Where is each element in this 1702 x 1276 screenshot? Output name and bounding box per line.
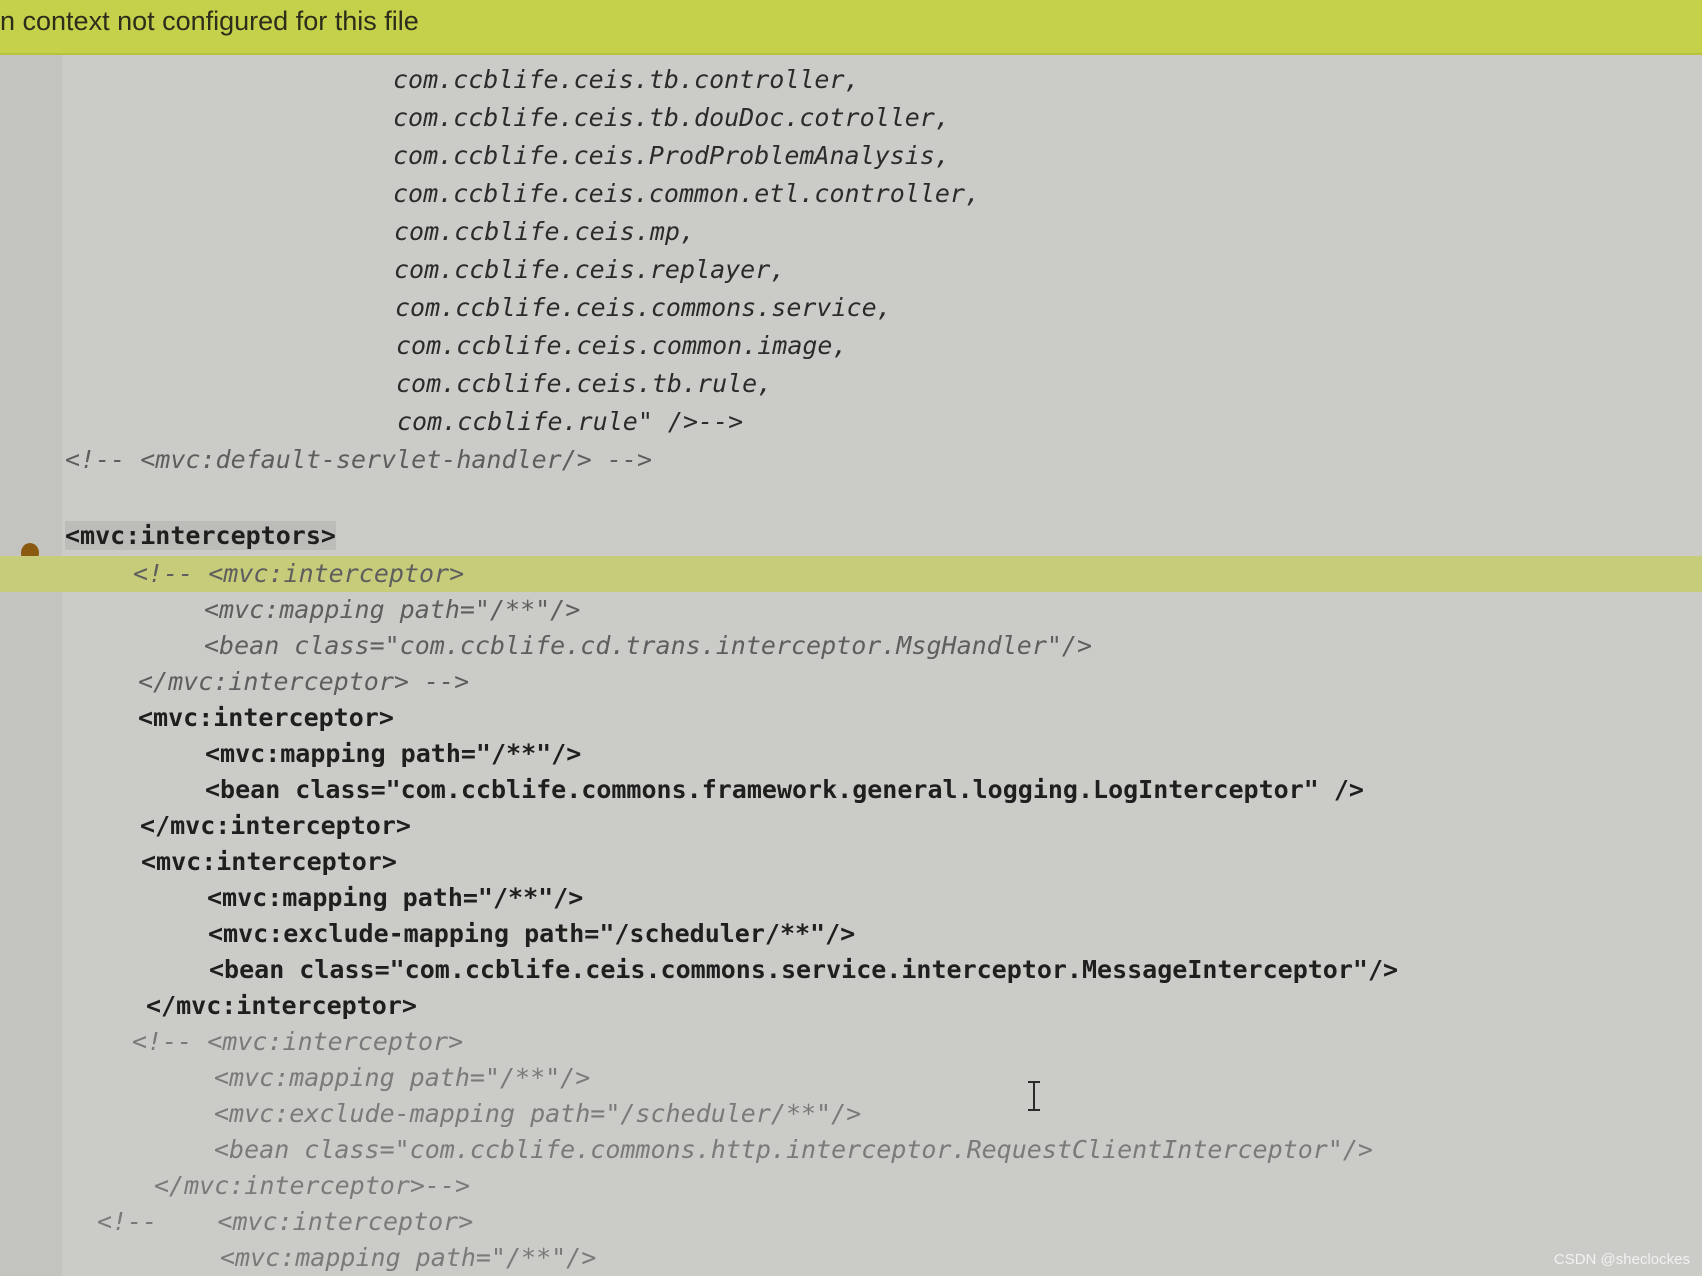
- code-line: com.ccblife.ceis.common.etl.controller,: [393, 179, 980, 208]
- code-line: <mvc:mapping path="/**"/>: [205, 739, 582, 768]
- code-line: com.ccblife.ceis.tb.rule,: [396, 369, 773, 398]
- code-line: <mvc:exclude-mapping path="/scheduler/**…: [208, 919, 856, 948]
- code-line: com.ccblife.ceis.tb.douDoc.cotroller,: [393, 103, 950, 132]
- code-editor[interactable]: com.ccblife.ceis.tb.controller, com.ccbl…: [0, 55, 1702, 1276]
- editor-gutter[interactable]: [0, 55, 62, 1276]
- code-line: com.ccblife.rule" />-->: [397, 407, 744, 436]
- code-line: com.ccblife.ceis.commons.service,: [395, 293, 892, 322]
- code-line: </mvc:interceptor>-->: [154, 1171, 471, 1200]
- banner-text: n context not configured for this file: [0, 6, 419, 36]
- code-line: com.ccblife.ceis.common.image,: [396, 331, 848, 360]
- code-line: <bean class="com.ccblife.commons.framewo…: [205, 775, 1364, 804]
- code-line: <bean class="com.ccblife.commons.http.in…: [214, 1135, 1373, 1164]
- code-line: <bean class="com.ccblife.cd.trans.interc…: [204, 631, 1093, 660]
- code-line: com.ccblife.ceis.tb.controller,: [393, 65, 860, 94]
- code-line-highlighted: <!-- <mvc:interceptor>: [0, 556, 1702, 592]
- code-line: <mvc:interceptors>: [65, 521, 336, 550]
- code-line: <mvc:exclude-mapping path="/scheduler/**…: [214, 1099, 862, 1128]
- code-line: <mvc:interceptor>: [141, 847, 397, 876]
- code-line: <mvc:mapping path="/**"/>: [214, 1063, 591, 1092]
- code-line: <mvc:mapping path="/**"/>: [207, 883, 584, 912]
- code-line: com.ccblife.ceis.replayer,: [394, 255, 786, 284]
- code-line: </mvc:interceptor> -->: [138, 667, 470, 696]
- context-warning-banner[interactable]: n context not configured for this file: [0, 0, 1702, 55]
- code-line: <!-- <mvc:interceptor>: [132, 1027, 464, 1056]
- code-line: <!-- <mvc:default-servlet-handler/> -->: [65, 445, 652, 474]
- code-line: com.ccblife.ceis.ProdProblemAnalysis,: [393, 141, 950, 170]
- code-line: <!-- <mvc:interceptor>: [97, 1207, 474, 1236]
- code-line: <bean class="com.ccblife.ceis.commons.se…: [209, 955, 1399, 984]
- code-line: <mvc:mapping path="/**"/>: [220, 1243, 597, 1272]
- ibeam-cursor-icon: [1028, 1081, 1040, 1111]
- code-line: </mvc:interceptor>: [140, 811, 411, 840]
- watermark: CSDN @sheclockes: [1553, 1251, 1690, 1268]
- code-line: <mvc:interceptor>: [138, 703, 394, 732]
- code-line: com.ccblife.ceis.mp,: [394, 217, 696, 246]
- code-line: <mvc:mapping path="/**"/>: [204, 595, 581, 624]
- code-line: </mvc:interceptor>: [146, 991, 417, 1020]
